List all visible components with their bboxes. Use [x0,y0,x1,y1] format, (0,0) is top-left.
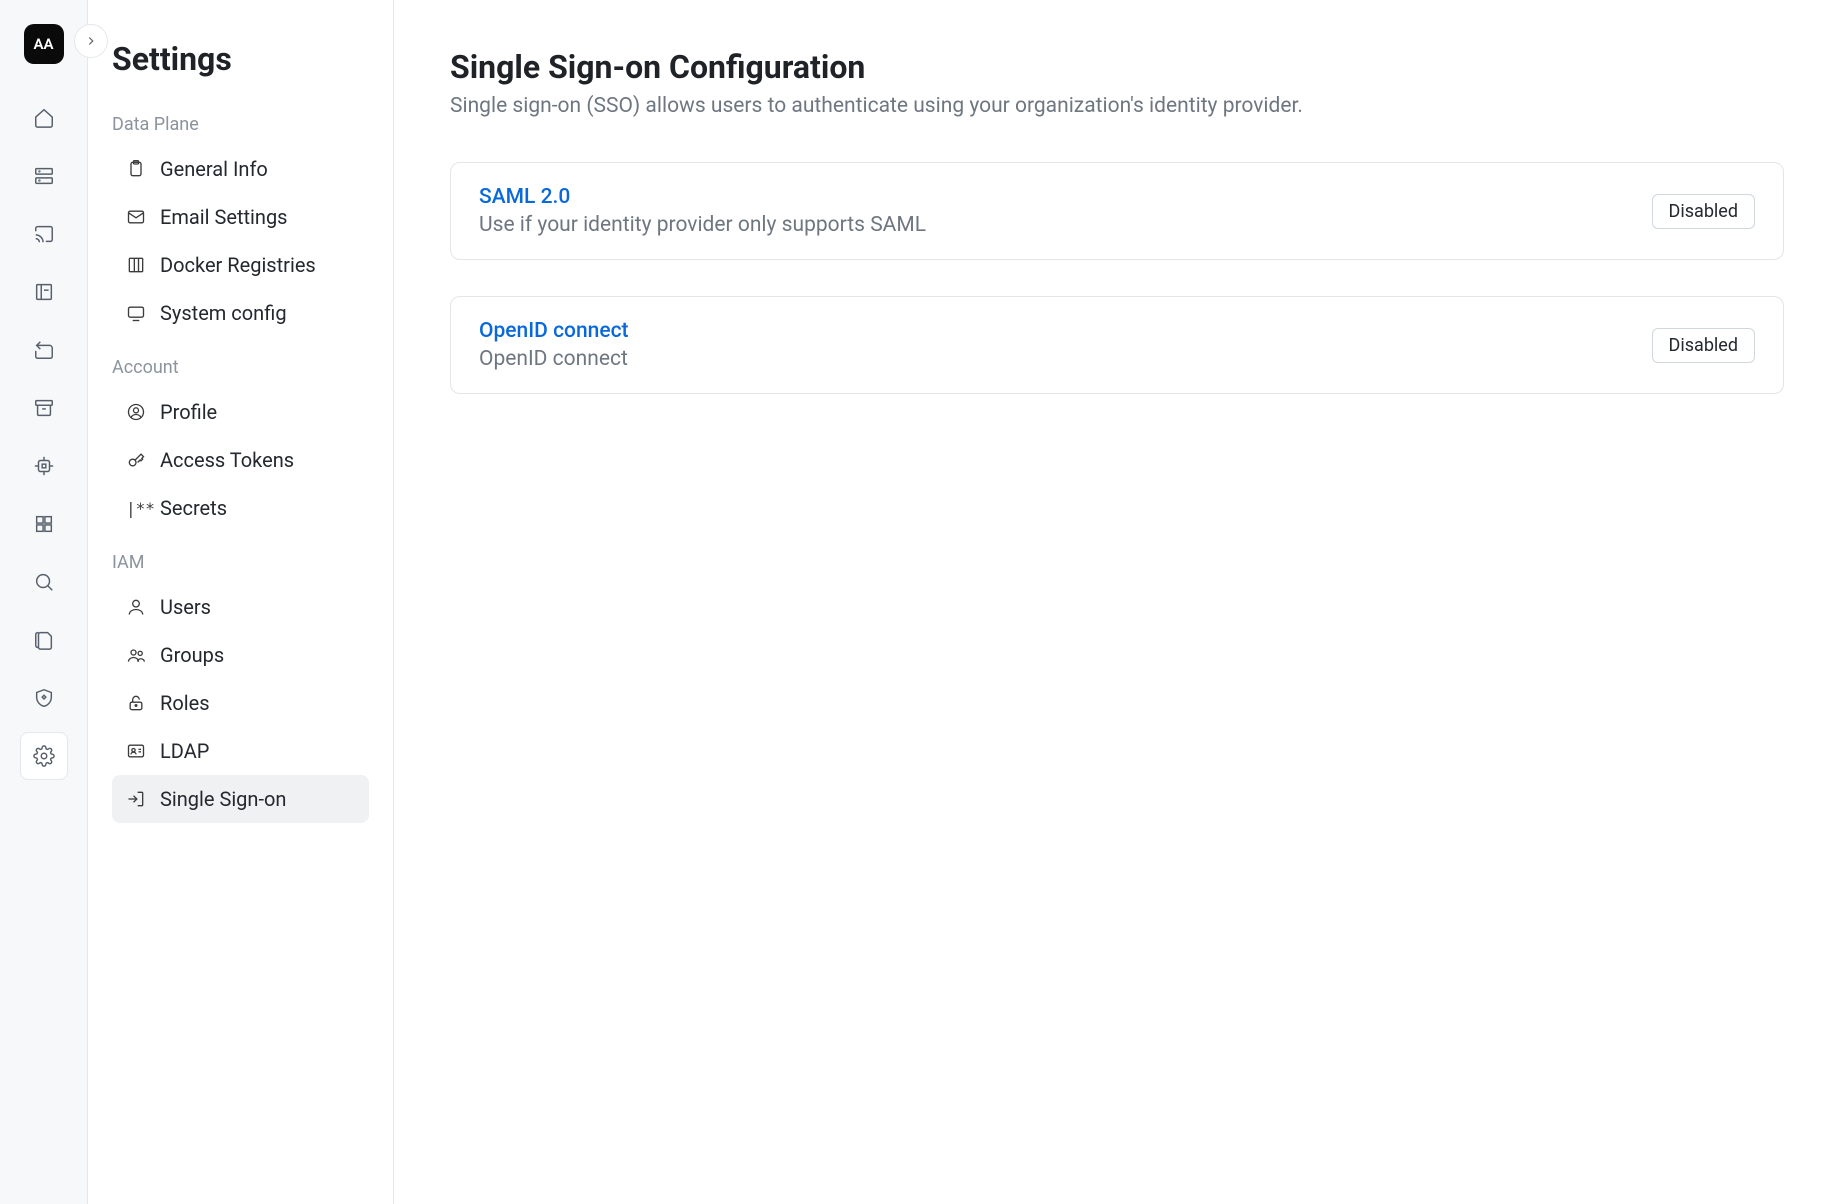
sso-card-title-link[interactable]: OpenID connect [479,319,629,343]
section-iam: IAM [112,552,369,573]
apps-icon [33,513,55,535]
chevron-right-icon [84,34,98,48]
rail-item-home[interactable] [20,94,68,142]
sidebar-item-secrets[interactable]: |** Secrets [112,484,369,532]
users-icon [126,645,146,665]
rail-item-cpu[interactable] [20,442,68,490]
sidebar-item-label: Single Sign-on [160,787,286,811]
mail-icon [126,207,146,227]
page-subtitle: Single sign-on (SSO) allows users to aut… [450,94,1784,118]
sidebar-item-docker-registries[interactable]: Docker Registries [112,241,369,289]
cast-icon [33,223,55,245]
status-badge: Disabled [1652,194,1755,229]
sso-card-desc: Use if your identity provider only suppo… [479,213,926,237]
page-title: Single Sign-on Configuration [450,48,1784,86]
code-icon [33,339,55,361]
sidebar-title: Settings [112,40,369,78]
sidebar-item-label: LDAP [160,739,209,763]
rail-item-servers[interactable] [20,152,68,200]
key-icon [126,450,146,470]
expand-rail-button[interactable] [74,24,108,58]
rail-item-security[interactable] [20,674,68,722]
sidebar-item-label: General Info [160,157,268,181]
status-badge: Disabled [1652,328,1755,363]
sidebar-item-label: Access Tokens [160,448,294,472]
shield-icon [33,687,55,709]
sidebar-item-label: Roles [160,691,210,715]
sso-card-openid: OpenID connect OpenID connect Disabled [450,296,1784,394]
server-icon [33,165,55,187]
main-content: Single Sign-on Configuration Single sign… [394,0,1840,1204]
rail-item-apps[interactable] [20,500,68,548]
section-account: Account [112,357,369,378]
rail-item-cast[interactable] [20,210,68,258]
cpu-icon [33,455,55,477]
archive-icon [33,397,55,419]
sso-card-saml: SAML 2.0 Use if your identity provider o… [450,162,1784,260]
user-icon [126,597,146,617]
sidebar-item-label: Secrets [160,496,227,520]
sidebar-item-label: Profile [160,400,217,424]
rail-item-notebook[interactable] [20,268,68,316]
sidebar-item-single-sign-on[interactable]: Single Sign-on [112,775,369,823]
notebook-icon [33,281,55,303]
sidebar-item-label: Users [160,595,211,619]
rail-item-settings[interactable] [20,732,68,780]
icon-rail: AA [0,0,88,1204]
search-icon [33,571,55,593]
sidebar-item-groups[interactable]: Groups [112,631,369,679]
settings-sidebar: Settings Data Plane General Info Email S… [88,0,394,1204]
gear-icon [33,745,55,767]
monitor-icon [126,303,146,323]
sidebar-item-label: Docker Registries [160,253,316,277]
login-icon [126,789,146,809]
sidebar-item-profile[interactable]: Profile [112,388,369,436]
rail-item-archive[interactable] [20,384,68,432]
sidebar-item-users[interactable]: Users [112,583,369,631]
lock-icon [126,693,146,713]
sidebar-item-label: System config [160,301,287,325]
id-card-icon [126,741,146,761]
avatar[interactable]: AA [24,24,64,64]
sidebar-item-email-settings[interactable]: Email Settings [112,193,369,241]
sidebar-item-roles[interactable]: Roles [112,679,369,727]
sidebar-item-system-config[interactable]: System config [112,289,369,337]
clipboard-icon [126,159,146,179]
sidebar-item-ldap[interactable]: LDAP [112,727,369,775]
secret-icon: |** [126,499,146,518]
sso-card-title-link[interactable]: SAML 2.0 [479,185,926,209]
files-icon [33,629,55,651]
section-data-plane: Data Plane [112,114,369,135]
sidebar-item-label: Email Settings [160,205,288,229]
rail-item-search[interactable] [20,558,68,606]
sidebar-item-label: Groups [160,643,224,667]
profile-icon [126,402,146,422]
sidebar-item-access-tokens[interactable]: Access Tokens [112,436,369,484]
rail-item-code[interactable] [20,326,68,374]
rail-item-files[interactable] [20,616,68,664]
sso-card-desc: OpenID connect [479,347,629,371]
sidebar-item-general-info[interactable]: General Info [112,145,369,193]
columns-icon [126,255,146,275]
home-icon [33,107,55,129]
